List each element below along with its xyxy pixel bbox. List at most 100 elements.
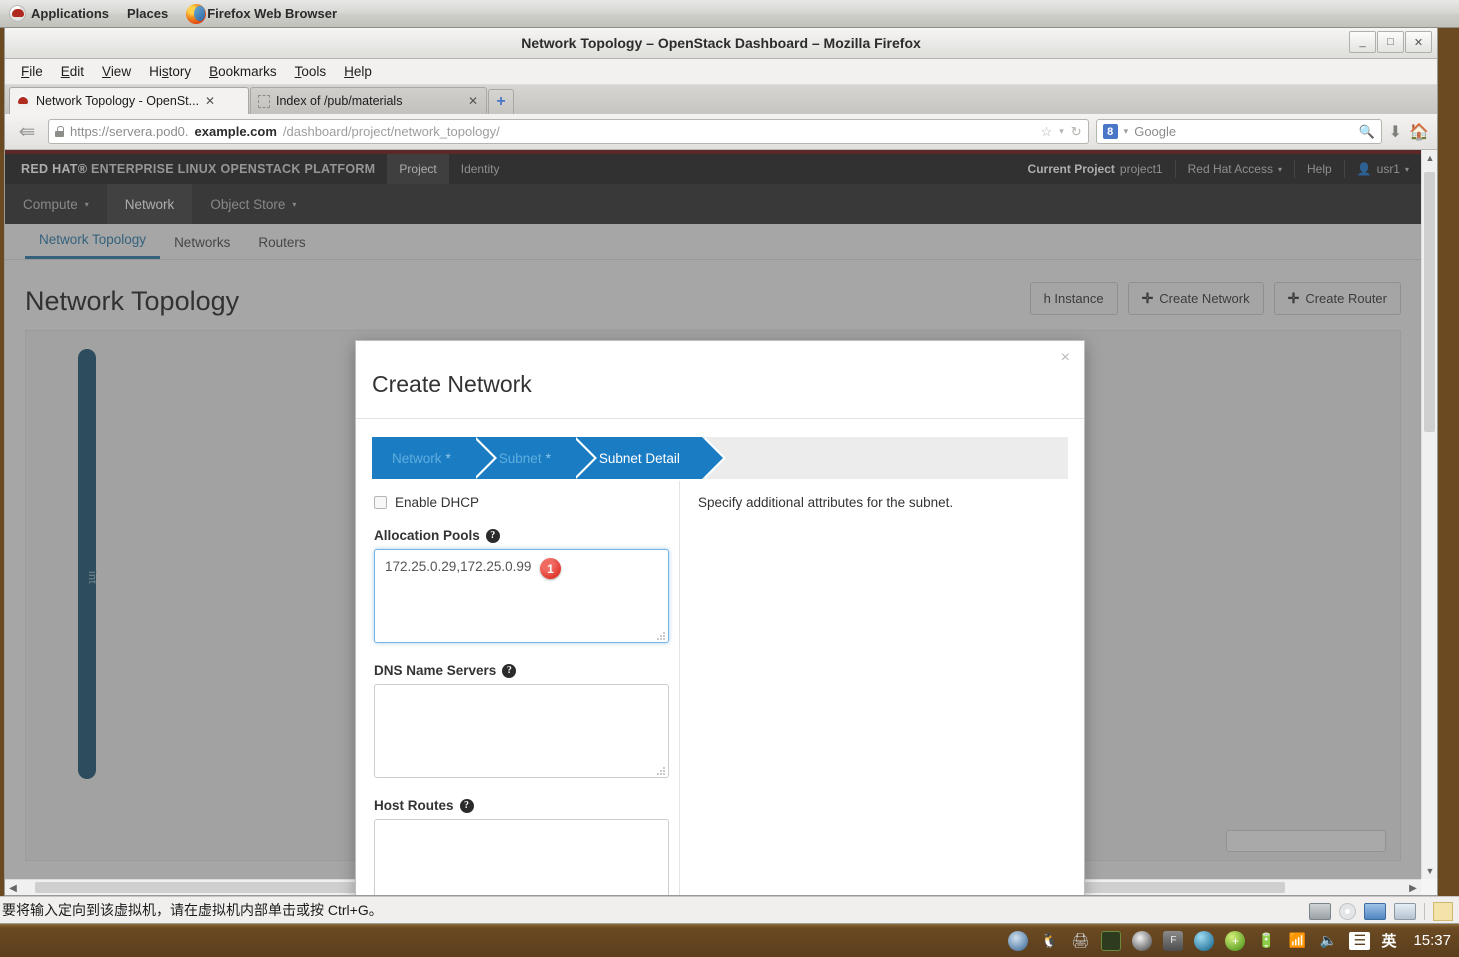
- modal-hint-text: Specify additional attributes for the su…: [698, 495, 954, 510]
- taskbar-tray: 🐧 🖨 F + 🔋 📶 🔈 ☰ 英 15:37: [1008, 924, 1451, 957]
- browser-icon[interactable]: [1194, 930, 1215, 951]
- downloads-icon[interactable]: ⬇: [1389, 122, 1402, 142]
- maximize-button[interactable]: □: [1377, 31, 1404, 53]
- vertical-scroll-thumb[interactable]: [1424, 172, 1435, 432]
- disk-icon[interactable]: [1309, 902, 1331, 920]
- menu-bar: File Edit View History Bookmarks Tools H…: [5, 59, 1437, 85]
- help-icon[interactable]: ?: [459, 798, 474, 813]
- camera-icon[interactable]: [1394, 902, 1416, 920]
- wizard-step-network[interactable]: Network *: [372, 437, 497, 479]
- url-path: /dashboard/project/network_topology/: [282, 124, 500, 139]
- scroll-up-icon[interactable]: ▲: [1422, 150, 1437, 166]
- applications-menu[interactable]: Applications: [0, 1, 118, 27]
- wizard-step-label: Network: [392, 450, 442, 466]
- volume-icon[interactable]: 🔈: [1318, 931, 1338, 951]
- printer-icon[interactable]: 🖨: [1070, 931, 1090, 951]
- page-vertical-scrollbar[interactable]: ▲ ▼: [1421, 150, 1437, 879]
- scroll-right-icon[interactable]: ▶: [1405, 880, 1421, 895]
- modal-form-left: Enable DHCP Allocation Pools ? 172.25.0.…: [372, 481, 680, 895]
- resize-grip-icon[interactable]: [657, 767, 665, 775]
- search-engine-icon[interactable]: 8: [1102, 124, 1118, 139]
- close-icon[interactable]: ×: [1061, 349, 1070, 367]
- url-scheme-host: https://servera.pod0.: [70, 124, 189, 139]
- network-icon[interactable]: [1364, 902, 1386, 920]
- menu-history[interactable]: History: [141, 61, 199, 82]
- tab-close-icon[interactable]: ✕: [468, 94, 478, 108]
- enable-dhcp-checkbox[interactable]: [374, 496, 387, 509]
- flash-icon[interactable]: F: [1163, 930, 1184, 951]
- tray-divider: [1424, 902, 1425, 920]
- cdrom-icon[interactable]: [1339, 902, 1356, 920]
- host-routes-input[interactable]: [374, 819, 669, 895]
- firefox-window: Network Topology – OpenStack Dashboard –…: [4, 28, 1438, 896]
- ime-indicator[interactable]: 英: [1381, 930, 1396, 951]
- wizard-step-label: Subnet Detail: [598, 450, 680, 466]
- tab-close-icon[interactable]: ✕: [205, 94, 215, 108]
- modal-title: Create Network: [372, 371, 532, 397]
- allocation-pools-field-wrap: 172.25.0.29,172.25.0.99 1: [374, 549, 669, 643]
- disc-icon[interactable]: [1008, 930, 1029, 951]
- menu-tools[interactable]: Tools: [287, 61, 335, 82]
- dns-name-servers-label: DNS Name Servers ?: [374, 663, 661, 678]
- chevron-down-icon[interactable]: ▾: [1059, 126, 1064, 137]
- enable-dhcp-row[interactable]: Enable DHCP: [374, 495, 661, 510]
- scroll-left-icon[interactable]: ◀: [5, 880, 21, 895]
- window-titlebar: Network Topology – OpenStack Dashboard –…: [5, 28, 1437, 59]
- document-favicon-icon: [258, 94, 270, 108]
- help-icon[interactable]: ?: [485, 528, 500, 543]
- wifi-icon[interactable]: 📶: [1287, 931, 1307, 951]
- url-domain: example.com: [194, 124, 277, 139]
- menu-edit[interactable]: Edit: [53, 61, 92, 82]
- chevron-down-icon[interactable]: ▾: [1124, 126, 1129, 137]
- penguin-icon[interactable]: 🐧: [1039, 931, 1059, 951]
- menu-file[interactable]: File: [13, 61, 51, 82]
- battery-icon[interactable]: 🔋: [1256, 931, 1276, 951]
- annotation-badge-1: 1: [540, 558, 561, 579]
- reload-icon[interactable]: ↻: [1071, 124, 1082, 140]
- menu-help[interactable]: Help: [336, 61, 380, 82]
- notes-icon[interactable]: [1433, 901, 1453, 921]
- host-routes-label-text: Host Routes: [374, 798, 454, 813]
- menu-bookmarks[interactable]: Bookmarks: [201, 61, 285, 82]
- url-bar[interactable]: https://servera.pod0. example.com/dashboa…: [48, 119, 1089, 144]
- places-menu-label: Places: [127, 6, 169, 21]
- window-title: Network Topology – OpenStack Dashboard –…: [521, 35, 921, 51]
- host-routes-label: Host Routes ?: [374, 798, 661, 813]
- scroll-down-icon[interactable]: ▼: [1422, 863, 1437, 879]
- message-icon[interactable]: ☰: [1349, 931, 1371, 950]
- dns-name-servers-input[interactable]: [374, 684, 669, 778]
- active-window-button[interactable]: Firefox Web Browser: [177, 1, 346, 27]
- help-icon[interactable]: ?: [502, 663, 517, 678]
- browser-tab-network-topology[interactable]: Network Topology - OpenSt... ✕: [9, 87, 249, 114]
- resize-grip-icon[interactable]: [657, 632, 665, 640]
- gnome-top-panel: Applications Places Firefox Web Browser: [0, 0, 1459, 28]
- search-icon[interactable]: 🔍: [1358, 124, 1374, 140]
- menu-view[interactable]: View: [94, 61, 139, 82]
- allocation-pools-input[interactable]: 172.25.0.29,172.25.0.99: [374, 549, 669, 643]
- required-marker: *: [545, 450, 551, 466]
- bookmark-star-icon[interactable]: ☆: [1041, 124, 1053, 140]
- modal-header: Create Network ×: [356, 341, 1084, 419]
- new-tab-icon[interactable]: +: [488, 89, 514, 114]
- home-icon[interactable]: 🏠: [1409, 122, 1429, 142]
- redhat-favicon-icon: [17, 94, 30, 108]
- close-button[interactable]: ✕: [1405, 31, 1432, 53]
- browser-tab-index-materials[interactable]: Index of /pub/materials ✕: [250, 87, 487, 114]
- places-menu[interactable]: Places: [118, 1, 177, 27]
- browser-viewport: RED HAT® ENTERPRISE LINUX OPENSTACK PLAT…: [5, 150, 1437, 895]
- nvidia-icon[interactable]: [1101, 930, 1122, 951]
- vm-status-bar: 要将输入定向到该虚拟机，请在虚拟机内部单击或按 Ctrl+G。: [0, 896, 1459, 924]
- search-bar[interactable]: 8 ▾ Google 🔍: [1095, 119, 1382, 144]
- lock-icon: [55, 126, 64, 137]
- minimize-button[interactable]: _: [1349, 31, 1376, 53]
- opera-icon[interactable]: [1132, 930, 1153, 951]
- wizard-steps: Network * Subnet * Subnet Detail: [372, 437, 1068, 479]
- firefox-icon: [186, 3, 207, 24]
- url-bar-icons: ☆ ▾ ↻: [1041, 124, 1082, 140]
- dns-name-servers-label-text: DNS Name Servers: [374, 663, 497, 678]
- update-icon[interactable]: +: [1225, 930, 1246, 951]
- active-window-label: Firefox Web Browser: [207, 6, 338, 21]
- allocation-pools-label-text: Allocation Pools: [374, 528, 480, 543]
- back-button-icon[interactable]: ⇚: [13, 119, 41, 144]
- search-input[interactable]: Google: [1134, 124, 1176, 139]
